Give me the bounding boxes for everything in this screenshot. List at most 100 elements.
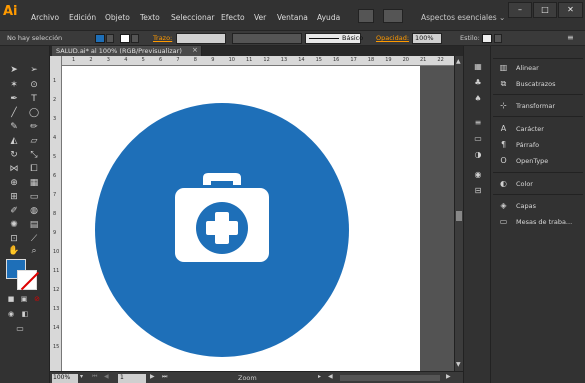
- status-menu-icon[interactable]: ▸: [318, 373, 321, 380]
- arrange-documents-button[interactable]: [383, 9, 403, 23]
- none-mode-icon[interactable]: ⊘: [30, 293, 44, 305]
- menu-archivo[interactable]: Archivo: [31, 13, 59, 22]
- close-tab-icon[interactable]: ×: [192, 46, 198, 54]
- document-tab[interactable]: SALUD.ai* al 100% (RGB/Previsualizar) ×: [52, 46, 202, 56]
- eyedropper-tool-icon[interactable]: ✐: [7, 205, 21, 217]
- panel-paragraph[interactable]: ¶ Párrafo: [491, 137, 585, 153]
- gradient-mode-icon[interactable]: ▣: [17, 293, 31, 305]
- fill-dropdown[interactable]: [106, 34, 114, 43]
- gradient-tool-icon[interactable]: ▭: [27, 191, 41, 203]
- hand-tool-icon[interactable]: ✋: [7, 245, 21, 257]
- perspective-grid-tool-icon[interactable]: ▦: [27, 177, 41, 189]
- menu-texto[interactable]: Texto: [140, 13, 160, 22]
- column-graph-tool-icon[interactable]: ▤: [27, 219, 41, 231]
- next-page-icon[interactable]: ▶: [150, 373, 155, 380]
- menu-efecto[interactable]: Efecto: [221, 13, 245, 22]
- ellipse-tool-icon[interactable]: ◯: [27, 107, 41, 119]
- menu-ayuda[interactable]: Ayuda: [317, 13, 340, 22]
- zoom-field[interactable]: 100%: [52, 374, 78, 383]
- selection-tool-icon[interactable]: ➤: [7, 64, 21, 76]
- style-dropdown[interactable]: [494, 34, 502, 43]
- stroke-swatch[interactable]: [17, 270, 40, 291]
- brushes-icon[interactable]: ♣: [472, 78, 484, 88]
- menu-ventana[interactable]: Ventana: [277, 13, 308, 22]
- appearance-icon[interactable]: ◉: [472, 170, 484, 180]
- brush-field[interactable]: Básico: [305, 33, 363, 44]
- stroke-panel-icon[interactable]: ≡: [472, 118, 484, 128]
- rotate-tool-icon[interactable]: ↻: [7, 149, 21, 161]
- mesh-tool-icon[interactable]: ⊞: [7, 191, 21, 203]
- pencil-tool-icon[interactable]: ✏: [27, 121, 41, 133]
- blend-tool-icon[interactable]: ◍: [27, 205, 41, 217]
- stroke-weight-field[interactable]: [176, 33, 226, 44]
- menu-ver[interactable]: Ver: [254, 13, 266, 22]
- panel-opentype[interactable]: O OpenType: [491, 153, 585, 169]
- opacity-field[interactable]: 100%: [412, 33, 442, 44]
- lasso-tool-icon[interactable]: ⊙: [27, 79, 41, 91]
- draw-normal-icon[interactable]: ◉: [4, 308, 18, 320]
- bridge-button[interactable]: [358, 9, 374, 23]
- panel-transform[interactable]: ⊹ Transformar: [491, 98, 585, 114]
- artboard[interactable]: [62, 66, 420, 371]
- maximize-button[interactable]: □: [533, 2, 557, 18]
- width-tool-icon[interactable]: ⋈: [7, 163, 21, 175]
- vertical-scrollbar[interactable]: ▲ ▼: [454, 56, 463, 371]
- first-page-icon[interactable]: ⏮: [92, 373, 97, 381]
- prev-page-icon[interactable]: ◀: [104, 373, 109, 380]
- panel-menu-icon[interactable]: ≡: [567, 33, 574, 42]
- panel-align[interactable]: ▥ Alinear: [491, 60, 585, 76]
- graphic-style-swatch[interactable]: [482, 34, 492, 43]
- panel-character[interactable]: A Carácter: [491, 121, 585, 137]
- scroll-left-icon[interactable]: ◀: [328, 373, 333, 380]
- direct-selection-tool-icon[interactable]: ➢: [27, 64, 41, 76]
- last-page-icon[interactable]: ⏭: [162, 373, 167, 381]
- pen-tool-icon[interactable]: ✒: [7, 93, 21, 105]
- panel-layers[interactable]: ◈ Capas: [491, 198, 585, 214]
- stroke-dropdown[interactable]: [131, 34, 139, 43]
- swatches-icon[interactable]: ⊟: [472, 186, 484, 196]
- paintbrush-tool-icon[interactable]: ✎: [7, 121, 21, 133]
- panel-pathfinder[interactable]: ⧉ Buscatrazos: [491, 76, 585, 92]
- scale-tool-icon[interactable]: ⤡: [27, 149, 41, 161]
- transparency-icon[interactable]: ◑: [472, 150, 484, 160]
- workspace-switcher[interactable]: Aspectos esenciales ⌄: [421, 13, 505, 22]
- zoom-tool-icon[interactable]: ⌕: [27, 245, 41, 257]
- graphic-styles-icon[interactable]: ▦: [472, 62, 484, 72]
- slice-tool-icon[interactable]: ⟋: [27, 233, 41, 245]
- menu-seleccionar[interactable]: Seleccionar: [171, 13, 214, 22]
- magic-wand-tool-icon[interactable]: ✶: [7, 79, 21, 91]
- screen-mode-icon[interactable]: ▭: [13, 323, 27, 335]
- canvas-area[interactable]: [62, 66, 454, 371]
- panel-color[interactable]: ◐ Color: [491, 176, 585, 192]
- scroll-up-icon[interactable]: ▲: [456, 58, 461, 65]
- minimize-button[interactable]: –: [508, 2, 532, 18]
- menu-edicion[interactable]: Edición: [69, 13, 96, 22]
- zoom-dropdown-icon[interactable]: ▾: [80, 373, 83, 380]
- line-tool-icon[interactable]: ╱: [7, 107, 21, 119]
- shape-builder-tool-icon[interactable]: ⊕: [7, 177, 21, 189]
- stroke-label[interactable]: Trazo:: [153, 34, 172, 42]
- scroll-thumb[interactable]: [456, 211, 462, 221]
- blob-brush-tool-icon[interactable]: ◭: [7, 135, 21, 147]
- gradient-panel-icon[interactable]: ▭: [472, 134, 484, 144]
- artboard-tool-icon[interactable]: ⊡: [7, 233, 21, 245]
- symbols-icon[interactable]: ♠: [472, 94, 484, 104]
- panel-artboards[interactable]: ▭ Mesas de traba...: [491, 214, 585, 230]
- horizontal-scrollbar[interactable]: [340, 375, 440, 381]
- color-mode-icon[interactable]: ■: [4, 293, 18, 305]
- close-button[interactable]: ✕: [558, 2, 583, 18]
- opacity-label[interactable]: Opacidad:: [376, 34, 409, 42]
- menu-objeto[interactable]: Objeto: [105, 13, 130, 22]
- eraser-tool-icon[interactable]: ▱: [27, 135, 41, 147]
- scroll-right-icon[interactable]: ▶: [446, 373, 451, 380]
- type-tool-icon[interactable]: T: [27, 93, 41, 105]
- symbol-sprayer-tool-icon[interactable]: ✺: [7, 219, 21, 231]
- page-field[interactable]: 1: [118, 374, 146, 383]
- stroke-color-swatch[interactable]: [120, 34, 130, 43]
- variable-width-field[interactable]: [232, 33, 302, 44]
- scroll-down-icon[interactable]: ▼: [456, 361, 461, 368]
- free-transform-tool-icon[interactable]: ⧠: [27, 163, 41, 175]
- draw-behind-icon[interactable]: ◧: [18, 308, 32, 320]
- status-label[interactable]: Zoom: [238, 374, 257, 382]
- fill-color-swatch[interactable]: [95, 34, 105, 43]
